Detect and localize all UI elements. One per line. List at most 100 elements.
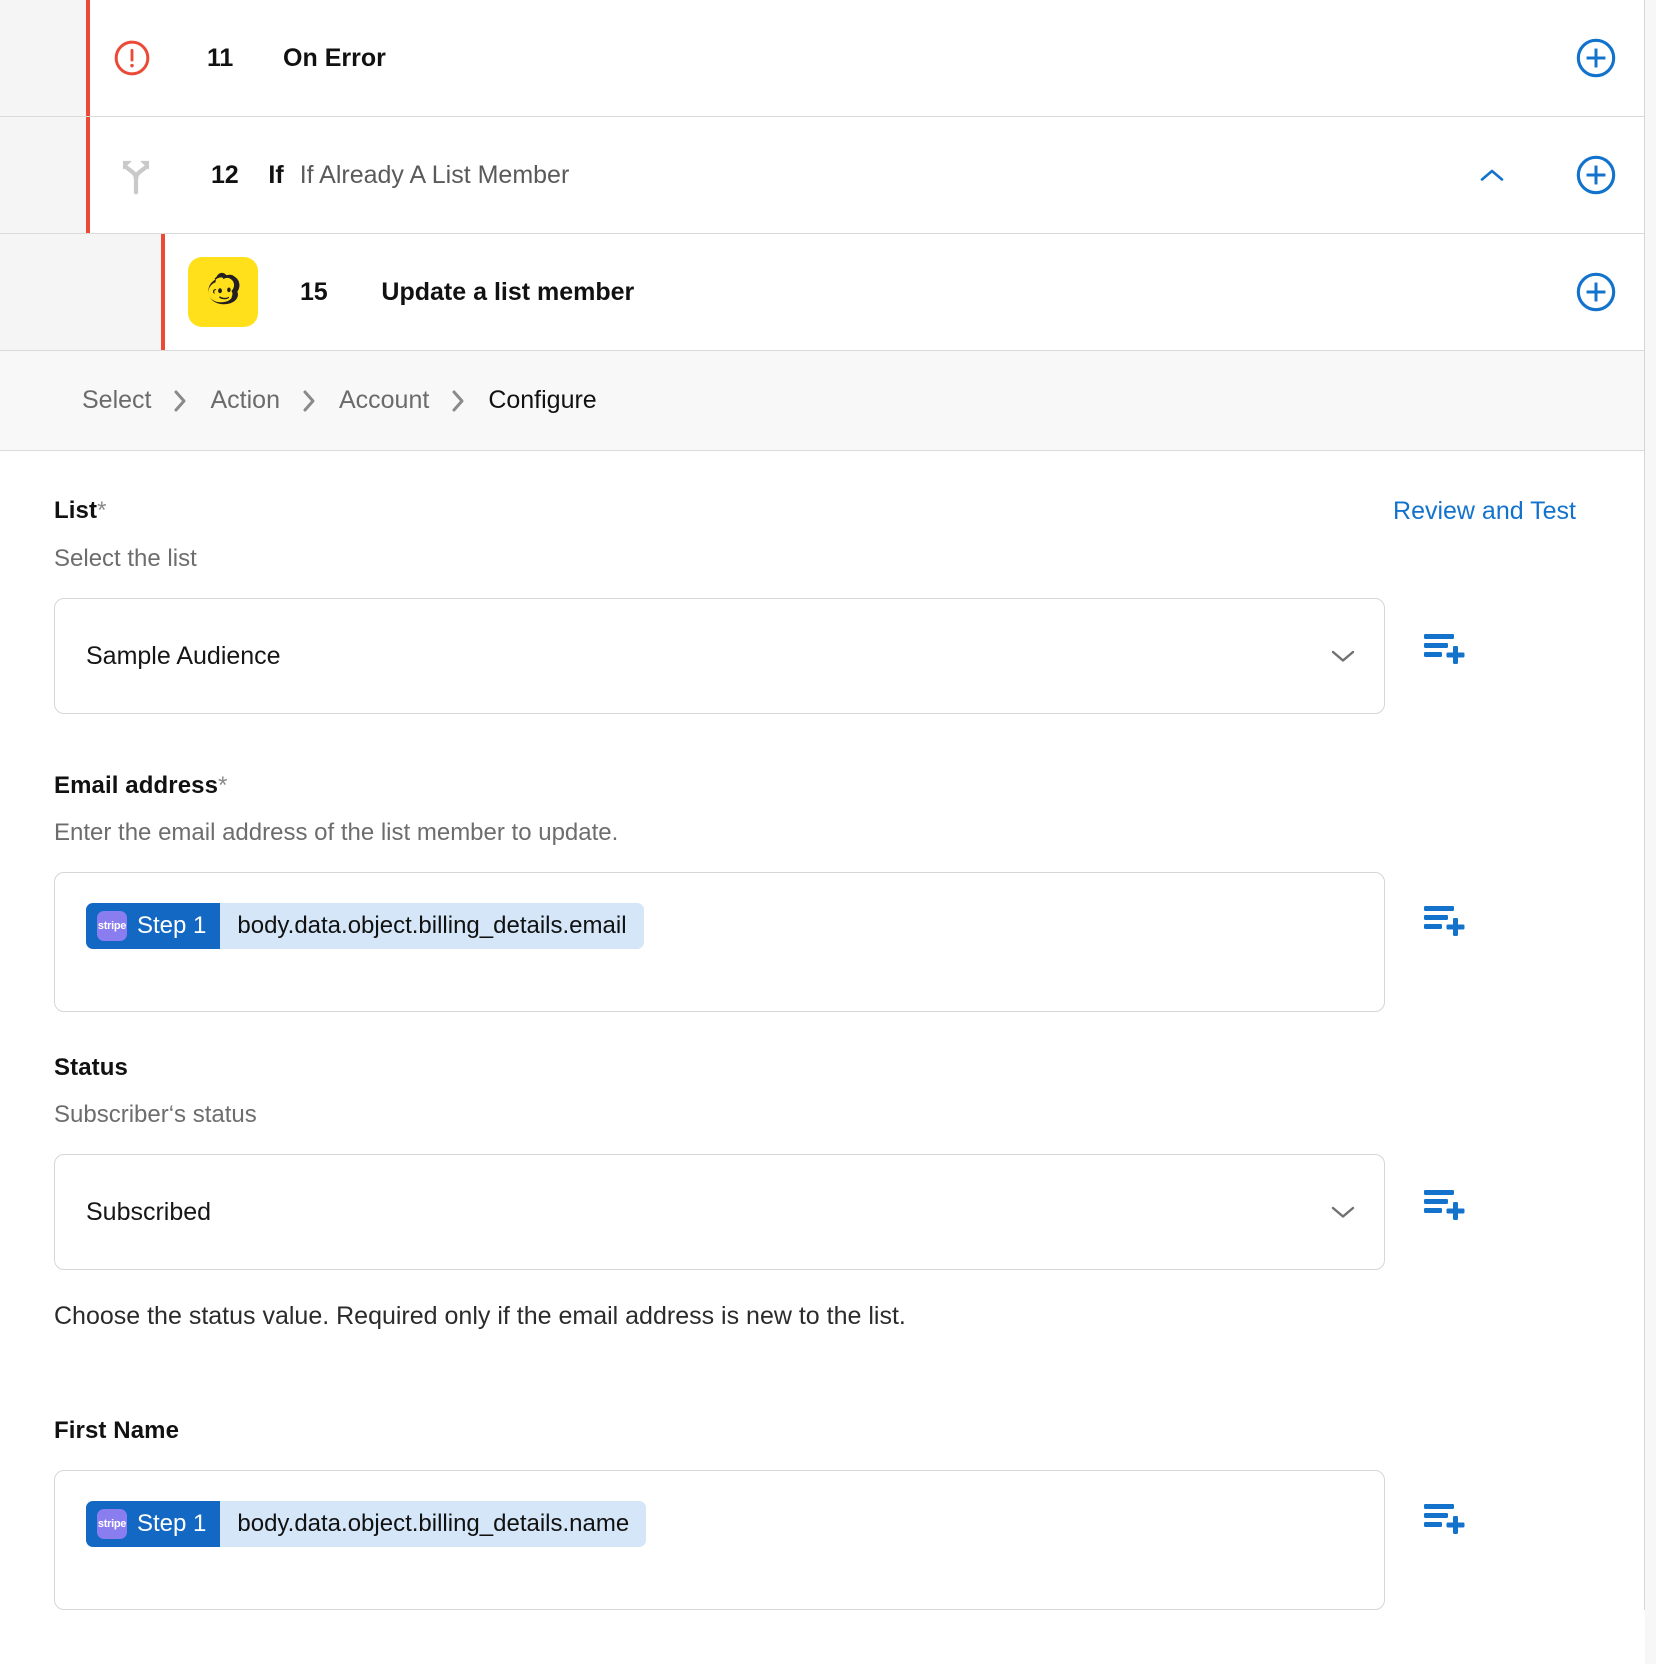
- field-email-description: Enter the email address of the list memb…: [54, 819, 619, 846]
- field-list-header: List* Review and Test: [54, 497, 1590, 526]
- workflow-configure-page: 11 On Error 12 If If Already A List Memb…: [0, 0, 1656, 1664]
- add-to-list-button-email[interactable]: [1415, 900, 1475, 940]
- field-email-label: Email address*: [54, 772, 228, 800]
- review-and-test-link[interactable]: Review and Test: [1393, 497, 1576, 526]
- breadcrumb-item-configure[interactable]: Configure: [488, 386, 596, 415]
- breadcrumb-item-select[interactable]: Select: [82, 386, 151, 415]
- field-first-name: First Name stripe Step 1 body.data.objec…: [0, 1417, 1644, 1610]
- status-select[interactable]: Subscribed: [54, 1154, 1385, 1270]
- step-title: If Already A List Member: [299, 160, 570, 189]
- breadcrumb-item-account[interactable]: Account: [339, 386, 429, 415]
- plus-circle-icon: [1576, 155, 1616, 195]
- token-chip-first-name[interactable]: stripe Step 1 body.data.object.billing_d…: [86, 1501, 647, 1547]
- add-step-button-11[interactable]: [1574, 36, 1618, 80]
- first-name-input[interactable]: stripe Step 1 body.data.object.billing_d…: [54, 1470, 1385, 1610]
- field-email-control-row: stripe Step 1 body.data.object.billing_d…: [54, 872, 1590, 1012]
- add-step-button-12[interactable]: [1574, 153, 1618, 197]
- field-email-address: Email address* Enter the email address o…: [0, 772, 1644, 1012]
- breadcrumb-item-action[interactable]: Action: [210, 386, 279, 415]
- collapse-step-button-12[interactable]: [1472, 155, 1512, 195]
- branch-icon: [122, 160, 150, 195]
- workflow-step-row-15[interactable]: 15 Update a list member: [0, 234, 1644, 351]
- branch-connector-line: [86, 0, 90, 116]
- workflow-step-list: 11 On Error 12 If If Already A List Memb…: [0, 0, 1645, 351]
- token-source: stripe Step 1: [86, 903, 221, 949]
- field-list-description: Select the list: [54, 545, 197, 572]
- stripe-icon: stripe: [97, 1509, 127, 1539]
- chevron-right-icon: [302, 389, 317, 413]
- breadcrumb: Select Action Account Configure: [0, 351, 1645, 451]
- token-path: body.data.object.billing_details.email: [237, 912, 627, 939]
- step-content-15: 15 Update a list member: [164, 234, 1644, 350]
- add-to-list-button-status[interactable]: [1415, 1184, 1475, 1224]
- step-title: On Error: [283, 43, 386, 72]
- token-path: body.data.object.billing_details.name: [237, 1510, 630, 1537]
- token-step-label: Step 1: [137, 1510, 207, 1537]
- field-list: List* Review and Test Select the list Sa…: [0, 497, 1644, 714]
- error-circle-icon: [114, 40, 150, 76]
- step-icon-wrap: [113, 152, 185, 198]
- field-status-description: Subscriber‘s status: [54, 1101, 257, 1128]
- field-list-control-row: Sample Audience: [54, 598, 1590, 714]
- field-email-header: Email address*: [54, 772, 1590, 800]
- plus-circle-icon: [1576, 272, 1616, 312]
- chevron-up-icon: [1480, 169, 1504, 181]
- stripe-icon: stripe: [97, 911, 127, 941]
- step-content-12: 12 If If Already A List Member: [89, 117, 1644, 233]
- plus-circle-icon: [1576, 38, 1616, 78]
- chevron-right-icon: [451, 389, 466, 413]
- stripe-wordmark: stripe: [97, 1517, 127, 1530]
- chevron-right-icon: [173, 389, 188, 413]
- step-gutter: [0, 0, 90, 116]
- step-gutter: [0, 117, 90, 233]
- chevron-down-icon: [1328, 641, 1358, 671]
- chevron-down-icon: [1328, 1197, 1358, 1227]
- workflow-step-row-11[interactable]: 11 On Error: [0, 0, 1644, 117]
- step-icon-wrap: [188, 257, 284, 327]
- add-to-list-button-list[interactable]: [1415, 628, 1475, 668]
- add-to-list-icon: [1424, 906, 1465, 936]
- step-title: Update a list member: [381, 277, 635, 306]
- field-first-name-header: First Name: [54, 1417, 1590, 1445]
- step-kind: If: [268, 160, 284, 189]
- list-select[interactable]: Sample Audience: [54, 598, 1385, 714]
- required-asterisk: *: [218, 772, 228, 799]
- token-path-wrap: body.data.object.billing_details.email: [220, 903, 644, 949]
- stripe-wordmark: stripe: [97, 919, 127, 932]
- step-number: 11: [207, 43, 234, 72]
- field-status-label: Status: [54, 1054, 128, 1081]
- configure-form: List* Review and Test Select the list Sa…: [0, 451, 1645, 1610]
- field-list-label: List*: [54, 497, 107, 525]
- add-to-list-icon: [1424, 1190, 1465, 1220]
- field-status: Status Subscriber‘s status Subscribed Ch…: [0, 1054, 1644, 1331]
- field-status-control-row: Subscribed: [54, 1154, 1590, 1270]
- field-first-name-label: First Name: [54, 1417, 180, 1444]
- step-number: 15: [300, 277, 328, 306]
- branch-connector-line: [86, 117, 90, 233]
- token-source: stripe Step 1: [86, 1501, 221, 1547]
- mailchimp-icon: [188, 257, 258, 327]
- page-right-edge: [1645, 0, 1656, 1664]
- required-asterisk: *: [97, 497, 107, 524]
- token-path-wrap: body.data.object.billing_details.name: [220, 1501, 647, 1547]
- step-number: 12: [211, 160, 239, 189]
- mailchimp-monkey-glyph: [208, 272, 240, 305]
- status-select-value: Subscribed: [86, 1197, 212, 1226]
- token-step-label: Step 1: [137, 912, 207, 939]
- step-content-11: 11 On Error: [89, 0, 1644, 116]
- step-icon-wrap: [113, 39, 185, 77]
- workflow-step-row-12[interactable]: 12 If If Already A List Member: [0, 117, 1644, 234]
- email-address-input[interactable]: stripe Step 1 body.data.object.billing_d…: [54, 872, 1385, 1012]
- list-select-value: Sample Audience: [86, 641, 281, 670]
- add-to-list-icon: [1424, 1504, 1465, 1534]
- token-chip-email[interactable]: stripe Step 1 body.data.object.billing_d…: [86, 903, 644, 949]
- field-status-helper: Choose the status value. Required only i…: [54, 1302, 906, 1330]
- add-step-button-15[interactable]: [1574, 270, 1618, 314]
- field-email-label-text: Email address: [54, 772, 219, 799]
- add-to-list-button-first-name[interactable]: [1415, 1498, 1475, 1538]
- add-to-list-icon: [1424, 634, 1465, 664]
- field-status-header: Status: [54, 1054, 1590, 1082]
- field-list-label-text: List: [54, 497, 98, 524]
